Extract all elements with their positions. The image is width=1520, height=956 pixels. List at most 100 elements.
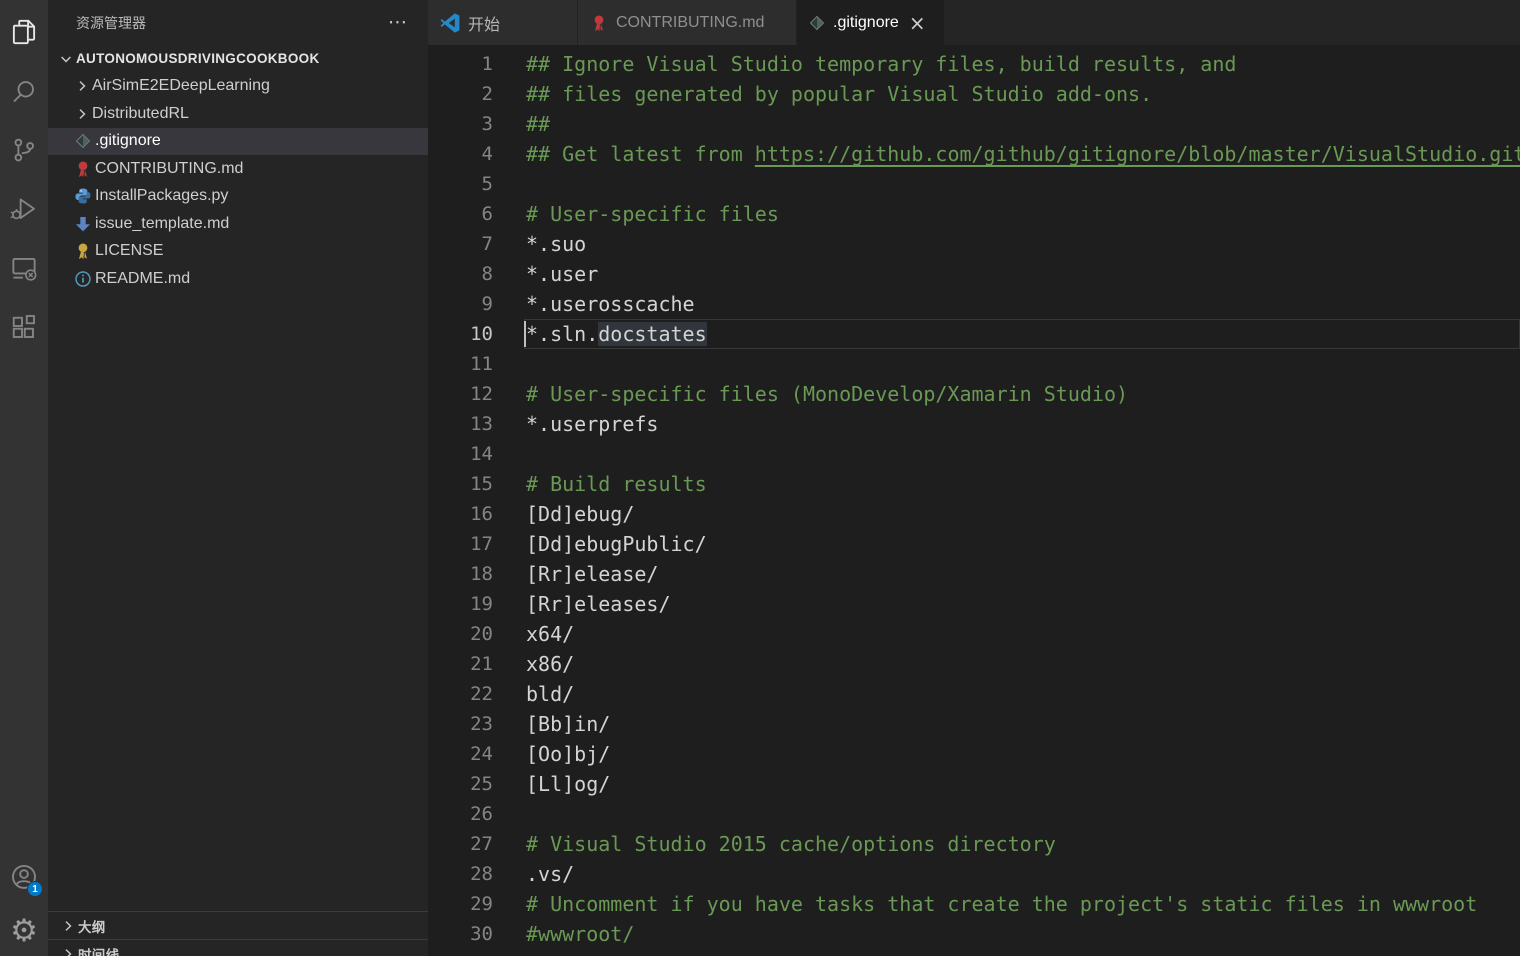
code-line[interactable]: 9*.userosscache [428, 289, 1520, 319]
line-number: 2 [428, 79, 493, 109]
code-line[interactable]: 27 # Visual Studio 2015 cache/options dir… [428, 829, 1520, 859]
activity-source-control[interactable] [0, 120, 48, 179]
code-line[interactable]: 3 ## [428, 109, 1520, 139]
code-line[interactable]: 13*.userprefs [428, 409, 1520, 439]
activity-run-debug[interactable] [0, 179, 48, 238]
arrow-down-icon [74, 215, 92, 233]
python-icon [74, 187, 92, 205]
line-number: 21 [428, 649, 493, 679]
line-content: #wwwroot/ [524, 919, 1520, 949]
line-number: 7 [428, 229, 493, 259]
code-text: # Visual Studio 2015 cache/options direc… [526, 832, 1056, 856]
code-line[interactable]: 11 [428, 349, 1520, 379]
activity-bar: 1⚙ [0, 0, 48, 956]
file-tree: AUTONOMOUSDRIVINGCOOKBOOKAirSimE2EDeepLe… [48, 45, 428, 293]
code-line[interactable]: 31 [428, 949, 1520, 956]
panel-outline[interactable]: 大纲 [48, 911, 428, 939]
tab-contributing-md[interactable]: CONTRIBUTING.md [578, 0, 797, 45]
line-number: 9 [428, 289, 493, 319]
line-content [524, 799, 1520, 829]
line-content: .vs/ [524, 859, 1520, 889]
code-text: # User-specific files [526, 202, 779, 226]
code-line[interactable]: 21x86/ [428, 649, 1520, 679]
tree-item-issue-template-md[interactable]: issue_template.md [48, 210, 428, 238]
line-content: [Rr]elease/ [524, 559, 1520, 589]
line-content: # User-specific files (MonoDevelop/Xamar… [524, 379, 1520, 409]
line-content: # Uncomment if you have tasks that creat… [524, 889, 1520, 919]
code-line[interactable]: 16[Dd]ebug/ [428, 499, 1520, 529]
code-link[interactable]: https://github.com/github/gitignore/blob… [755, 142, 1520, 166]
line-number: 8 [428, 259, 493, 289]
activity-account[interactable]: 1 [0, 847, 48, 906]
code-line[interactable]: 20x64/ [428, 619, 1520, 649]
tree-item-readme-md[interactable]: README.md [48, 265, 428, 293]
code-text: ## Ignore Visual Studio temporary files,… [526, 52, 1236, 76]
line-content: # User-specific files [524, 199, 1520, 229]
line-content: [Dd]ebug/ [524, 499, 1520, 529]
chevron-down-icon [58, 51, 74, 67]
line-number: 26 [428, 799, 493, 829]
text-cursor [524, 321, 526, 347]
code-line[interactable]: 1## Ignore Visual Studio temporary files… [428, 49, 1520, 79]
code-line[interactable]: 6 # User-specific files [428, 199, 1520, 229]
tab-gitignore[interactable]: .gitignore × [797, 0, 944, 45]
activity-explorer[interactable] [0, 2, 48, 61]
code-line[interactable]: 10*.sln.docstates [428, 319, 1520, 349]
code-editor[interactable]: 1## Ignore Visual Studio temporary files… [428, 45, 1520, 956]
close-icon[interactable]: × [909, 13, 926, 33]
code-line[interactable]: 7*.suo [428, 229, 1520, 259]
code-line[interactable]: 18[Rr]elease/ [428, 559, 1520, 589]
tab-get-started[interactable]: 开始 [428, 0, 578, 45]
line-content: ## [524, 109, 1520, 139]
activity-search[interactable] [0, 61, 48, 120]
line-number: 6 [428, 199, 493, 229]
line-content [524, 169, 1520, 199]
code-line[interactable]: 26 [428, 799, 1520, 829]
code-line[interactable]: 4## Get latest from https://github.com/g… [428, 139, 1520, 169]
code-line[interactable]: 8*.user [428, 259, 1520, 289]
code-line[interactable]: 30#wwwroot/ [428, 919, 1520, 949]
activity-extensions[interactable] [0, 297, 48, 356]
code-line[interactable]: 5 [428, 169, 1520, 199]
code-line[interactable]: 12# User-specific files (MonoDevelop/Xam… [428, 379, 1520, 409]
tree-item-license[interactable]: LICENSE [48, 238, 428, 266]
code-line[interactable]: 25[Ll]og/ [428, 769, 1520, 799]
code-line[interactable]: 24[Oo]bj/ [428, 739, 1520, 769]
code-line[interactable]: 14 [428, 439, 1520, 469]
tree-item-gitignore[interactable]: .gitignore [48, 128, 428, 156]
explorer-sidebar: 资源管理器 ⋯ AUTONOMOUSDRIVINGCOOKBOOKAirSimE… [48, 0, 428, 956]
activity-settings[interactable]: ⚙ [0, 906, 48, 956]
code-line[interactable]: 23[Bb]in/ [428, 709, 1520, 739]
info-icon [74, 270, 92, 288]
code-line[interactable]: 22bld/ [428, 679, 1520, 709]
tab-label: 开始 [468, 11, 500, 35]
line-content: [Bb]in/ [524, 709, 1520, 739]
line-number: 27 [428, 829, 493, 859]
code-line[interactable]: 19[Rr]eleases/ [428, 589, 1520, 619]
tree-item-installpackages-py[interactable]: InstallPackages.py [48, 183, 428, 211]
code-line[interactable]: 28 .vs/ [428, 859, 1520, 889]
line-content [524, 439, 1520, 469]
code-line[interactable]: 2## files generated by popular Visual St… [428, 79, 1520, 109]
source-control-icon [9, 135, 39, 165]
tree-item-autonomousdrivingcookbook[interactable]: AUTONOMOUSDRIVINGCOOKBOOK [48, 45, 428, 73]
tree-item-airsime2edeeplearning[interactable]: AirSimE2EDeepLearning [48, 73, 428, 101]
activity-remote-explorer[interactable] [0, 238, 48, 297]
chevron-right-icon [74, 106, 90, 122]
chevron-right-icon [60, 918, 76, 934]
code-line[interactable]: 29# Uncomment if you have tasks that cre… [428, 889, 1520, 919]
remote-explorer-icon [9, 253, 39, 283]
tree-item-contributing-md[interactable]: CONTRIBUTING.md [48, 155, 428, 183]
line-number: 3 [428, 109, 493, 139]
editor-group: 开始 CONTRIBUTING.md .gitignore × 1## Igno… [428, 0, 1520, 956]
code-text: ## [526, 112, 550, 136]
line-number: 28 [428, 859, 493, 889]
code-text: # User-specific files (MonoDevelop/Xamar… [526, 382, 1128, 406]
code-line[interactable]: 15# Build results [428, 469, 1520, 499]
panel-timeline[interactable]: 时间线 [48, 939, 428, 956]
line-content [524, 349, 1520, 379]
more-actions-icon[interactable]: ⋯ [388, 13, 408, 32]
tree-item-distributedrl[interactable]: DistributedRL [48, 100, 428, 128]
tree-item-label: CONTRIBUTING.md [95, 160, 243, 178]
code-line[interactable]: 17[Dd]ebugPublic/ [428, 529, 1520, 559]
